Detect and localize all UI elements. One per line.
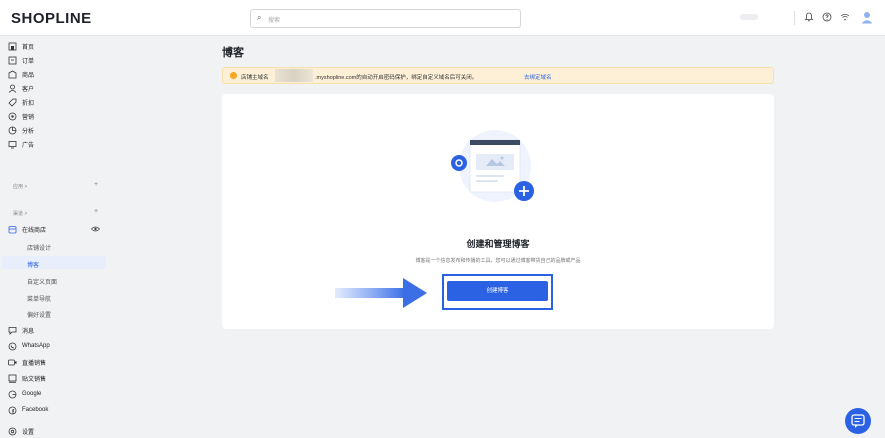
sidebar-item-google[interactable]: Google bbox=[8, 387, 41, 401]
sidebar-item-label: 分析 bbox=[22, 128, 35, 135]
banner-text: .myshopline.com的自动开启密码保护，绑定自定义域名后可关闭。 bbox=[315, 75, 478, 81]
sidebar-item-label: 设置 bbox=[22, 429, 35, 436]
search-icon: ⌕ bbox=[257, 13, 262, 22]
settings-icon bbox=[8, 427, 17, 436]
avatar[interactable] bbox=[861, 11, 873, 24]
sidebar-sub-blog[interactable]: 博客 bbox=[27, 260, 39, 269]
help-icon[interactable] bbox=[821, 12, 833, 24]
search-input[interactable]: ⌕ 搜索 bbox=[250, 9, 521, 28]
sidebar-item-orders[interactable]: 订单 bbox=[8, 53, 34, 67]
bell-icon[interactable] bbox=[803, 12, 815, 24]
sidebar-item-label: 订单 bbox=[22, 58, 35, 65]
message-icon bbox=[8, 326, 17, 335]
store-icon bbox=[8, 225, 17, 234]
sidebar-item-label: 在线商店 bbox=[22, 227, 47, 234]
domain-warning-banner: 店铺主域名 .myshopline.com的自动开启密码保护，绑定自定义域名后可… bbox=[222, 67, 774, 84]
sidebar-item-label: 消息 bbox=[22, 328, 35, 335]
sidebar-item-products[interactable]: 商品 bbox=[8, 67, 34, 81]
sidebar-item-marketing[interactable]: 营销 bbox=[8, 109, 34, 123]
sidebar-sub-menu-nav[interactable]: 菜单导航 bbox=[27, 294, 51, 303]
sidebar-item-label: 客户 bbox=[22, 86, 35, 93]
sidebar-item-live-selling[interactable]: 直播销售 bbox=[8, 355, 46, 369]
sidebar-item-ads[interactable]: 广告 bbox=[8, 137, 34, 151]
sidebar-item-label: 首页 bbox=[22, 44, 35, 51]
warning-icon bbox=[230, 72, 237, 79]
analytics-icon bbox=[8, 126, 17, 135]
sidebar-item-facebook[interactable]: Facebook bbox=[8, 403, 48, 417]
sidebar-item-label: Facebook bbox=[22, 407, 49, 413]
store-switcher[interactable] bbox=[740, 14, 758, 20]
ads-icon bbox=[8, 140, 17, 149]
marketing-icon bbox=[8, 112, 17, 121]
sidebar-sub-custom-pages[interactable]: 自定义页面 bbox=[27, 277, 57, 286]
sidebar-item-label: 贴文销售 bbox=[22, 376, 47, 383]
empty-state-title: 创建和管理博客 bbox=[466, 239, 530, 249]
search-placeholder: 搜索 bbox=[268, 18, 281, 24]
sidebar-item-customers[interactable]: 客户 bbox=[8, 81, 34, 95]
order-icon bbox=[8, 56, 17, 65]
product-icon bbox=[8, 70, 17, 79]
google-icon bbox=[8, 390, 17, 399]
shopline-logo[interactable]: SHOPLINE bbox=[11, 10, 92, 27]
sidebar-item-label: 营销 bbox=[22, 114, 35, 121]
sidebar-item-label: 广告 bbox=[22, 142, 35, 149]
sidebar-sub-preferences[interactable]: 偏好设置 bbox=[27, 310, 51, 319]
chat-icon bbox=[851, 414, 865, 428]
arrow-right-icon bbox=[335, 278, 427, 308]
sidebar-sub-store-design[interactable]: 店铺设计 bbox=[27, 243, 51, 252]
top-bar: SHOPLINE ⌕ 搜索 bbox=[0, 0, 885, 36]
redacted-domain bbox=[275, 69, 313, 82]
channels-section-label[interactable]: 渠道 > bbox=[13, 210, 27, 217]
home-icon bbox=[8, 42, 17, 51]
sidebar-item-whatsapp[interactable]: WhatsApp bbox=[8, 339, 50, 353]
empty-state-description: 博客是一个信息发布和传播的工具，您可以通过博客带货自己的品牌或产品 bbox=[415, 258, 581, 264]
sidebar-item-discounts[interactable]: 折扣 bbox=[8, 95, 34, 109]
facebook-icon bbox=[8, 406, 17, 415]
sidebar-item-label: 直播销售 bbox=[22, 360, 47, 367]
sidebar-item-label: WhatsApp bbox=[22, 343, 50, 349]
apps-section-label[interactable]: 应用 > bbox=[13, 183, 27, 190]
post-icon bbox=[8, 374, 17, 383]
add-app-icon[interactable]: + bbox=[94, 181, 98, 188]
whatsapp-icon bbox=[8, 342, 17, 351]
banner-prefix: 店铺主域名 bbox=[241, 75, 269, 81]
wifi-icon[interactable] bbox=[839, 12, 851, 24]
sidebar-item-post-selling[interactable]: 贴文销售 bbox=[8, 371, 46, 385]
sidebar-item-home[interactable]: 首页 bbox=[8, 39, 34, 53]
sidebar-item-label: 商品 bbox=[22, 72, 35, 79]
add-channel-icon[interactable]: + bbox=[94, 208, 98, 215]
sidebar-item-online-store[interactable]: 在线商店 bbox=[8, 222, 46, 236]
create-blog-button[interactable]: 创建博客 bbox=[447, 281, 548, 301]
sidebar-item-analytics[interactable]: 分析 bbox=[8, 123, 34, 137]
sidebar-item-label: Google bbox=[22, 391, 42, 397]
sidebar-item-label: 折扣 bbox=[22, 100, 35, 107]
chat-support-button[interactable] bbox=[845, 408, 871, 434]
page-title: 博客 bbox=[222, 47, 244, 59]
blog-illustration bbox=[450, 128, 540, 208]
eye-icon[interactable] bbox=[91, 226, 100, 232]
tag-icon bbox=[8, 98, 17, 107]
active-highlight bbox=[2, 256, 106, 269]
bind-domain-link[interactable]: 去绑定域名 bbox=[524, 73, 552, 81]
customer-icon bbox=[8, 84, 17, 93]
live-icon bbox=[8, 358, 17, 367]
divider bbox=[794, 11, 795, 25]
sidebar-item-messages[interactable]: 消息 bbox=[8, 323, 34, 337]
sidebar-item-settings[interactable]: 设置 bbox=[8, 424, 34, 438]
